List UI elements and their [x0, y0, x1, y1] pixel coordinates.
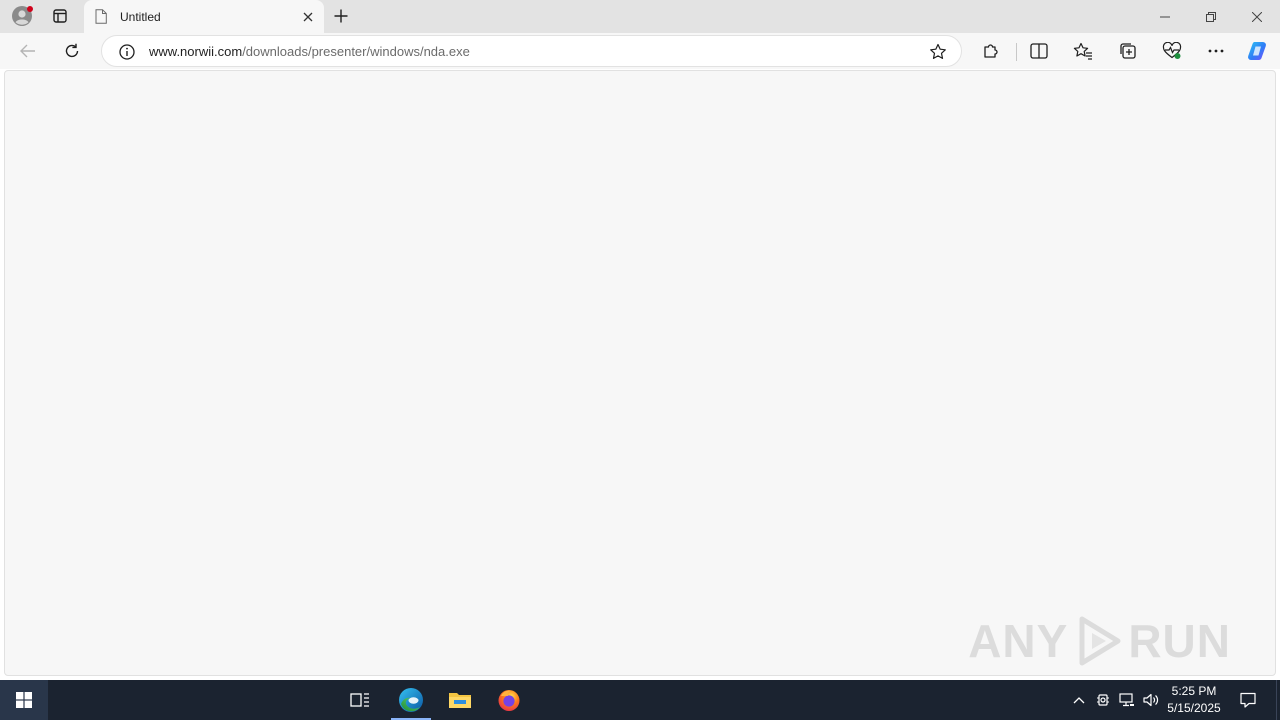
tab-active[interactable]: Untitled — [84, 0, 324, 33]
show-hidden-icons-button[interactable] — [1068, 680, 1090, 720]
anyrun-watermark: ANY RUN — [968, 613, 1231, 669]
copilot-icon — [1248, 42, 1266, 60]
taskbar-edge[interactable] — [387, 680, 435, 720]
network-button[interactable] — [1116, 680, 1138, 720]
action-center-button[interactable] — [1232, 680, 1264, 720]
site-info-icon[interactable] — [118, 43, 136, 61]
task-view-icon — [350, 693, 369, 707]
url-host: www.norwii.com — [149, 44, 243, 59]
extensions-button[interactable] — [976, 36, 1006, 66]
more-horizontal-icon — [1208, 49, 1224, 53]
browser-essentials-button[interactable] — [1157, 36, 1187, 66]
tab-strip: Untitled — [0, 0, 1280, 33]
firefox-icon — [498, 690, 520, 711]
copilot-button[interactable] — [1243, 36, 1273, 66]
page-content-area: ANY RUN — [4, 70, 1276, 676]
favorites-icon — [1073, 42, 1092, 60]
minimize-icon — [1160, 16, 1170, 17]
usb-device-icon — [1097, 694, 1109, 706]
taskbar-file-explorer[interactable] — [436, 680, 484, 720]
speaker-icon — [1143, 693, 1159, 707]
arrow-left-icon — [20, 44, 35, 58]
taskbar-firefox[interactable] — [485, 680, 533, 720]
window-controls — [1142, 0, 1280, 33]
clock-date: 5/15/2025 — [1167, 701, 1221, 715]
tab-title: Untitled — [120, 9, 161, 24]
split-screen-icon — [1030, 43, 1048, 59]
blank-page-icon — [95, 9, 109, 25]
back-button[interactable] — [13, 36, 43, 66]
add-favorite-button[interactable] — [927, 41, 949, 63]
favorites-button[interactable] — [1068, 36, 1098, 66]
chevron-up-icon — [1073, 697, 1085, 704]
close-window-button[interactable] — [1234, 0, 1280, 33]
toolbar-divider — [1016, 43, 1017, 61]
restore-icon — [1206, 11, 1216, 22]
new-tab-button[interactable] — [328, 3, 354, 29]
windows-taskbar: 5:25 PM 5/15/2025 — [0, 680, 1280, 720]
minimize-button[interactable] — [1142, 0, 1188, 33]
volume-button[interactable] — [1140, 680, 1162, 720]
start-button[interactable] — [0, 680, 48, 720]
refresh-icon — [65, 43, 79, 58]
collections-icon — [1120, 43, 1136, 59]
network-icon — [1119, 693, 1134, 707]
clock-time: 5:25 PM — [1171, 684, 1217, 698]
navigation-toolbar: www.norwii.com/downloads/presenter/windo… — [0, 33, 1280, 69]
restore-button[interactable] — [1188, 0, 1234, 33]
tray-device-icon-button[interactable] — [1092, 680, 1114, 720]
close-icon — [303, 12, 313, 21]
profile-button[interactable] — [8, 3, 36, 29]
close-icon — [1252, 11, 1262, 22]
collections-button[interactable] — [1113, 36, 1143, 66]
play-logo-icon — [1079, 616, 1121, 666]
address-bar[interactable]: www.norwii.com/downloads/presenter/windo… — [101, 35, 962, 67]
profile-notification-dot — [27, 6, 33, 12]
task-view-button[interactable] — [336, 680, 384, 720]
puzzle-piece-icon — [984, 44, 998, 58]
edge-browser-icon — [399, 688, 423, 712]
tab-close-button[interactable] — [297, 6, 319, 28]
tab-actions-button[interactable] — [46, 3, 74, 29]
plus-icon — [334, 9, 348, 23]
folder-icon — [449, 693, 471, 708]
refresh-button[interactable] — [57, 36, 87, 66]
windows-logo-icon — [16, 692, 32, 708]
url-text[interactable]: www.norwii.com/downloads/presenter/windo… — [149, 44, 470, 59]
split-screen-button[interactable] — [1024, 36, 1054, 66]
settings-more-button[interactable] — [1201, 36, 1231, 66]
url-path: /downloads/presenter/windows/nda.exe — [242, 44, 470, 59]
notification-icon — [1240, 692, 1256, 708]
watermark-text-right: RUN — [1128, 615, 1231, 667]
system-clock[interactable]: 5:25 PM 5/15/2025 — [1162, 683, 1226, 717]
tab-actions-icon — [53, 9, 67, 23]
star-icon — [930, 43, 946, 59]
watermark-text-left: ANY — [968, 615, 1069, 667]
heart-pulse-icon — [1162, 42, 1182, 59]
show-desktop-button[interactable] — [1276, 680, 1280, 720]
